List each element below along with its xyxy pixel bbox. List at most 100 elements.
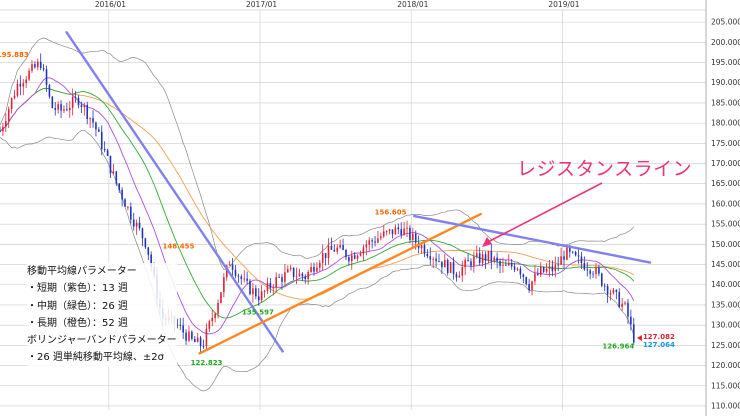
candle bbox=[269, 277, 272, 293]
candle-body bbox=[423, 245, 426, 254]
label-low-2017: 135.597 bbox=[242, 309, 274, 317]
candle bbox=[5, 113, 7, 132]
candle bbox=[490, 243, 493, 270]
candle-body bbox=[571, 251, 574, 253]
candle bbox=[525, 276, 528, 286]
candle bbox=[519, 266, 522, 279]
candle-body bbox=[478, 253, 481, 263]
candle-body bbox=[71, 96, 74, 108]
candle bbox=[295, 267, 298, 285]
candle bbox=[135, 219, 138, 235]
candle-body bbox=[365, 244, 368, 248]
ma-long-label: ・長期（橙色）：52 週 bbox=[27, 317, 128, 329]
candle bbox=[89, 117, 91, 128]
candle bbox=[487, 250, 490, 264]
candle bbox=[234, 265, 237, 279]
candle bbox=[621, 297, 623, 311]
candle-body bbox=[138, 222, 141, 229]
candle-body bbox=[397, 227, 400, 230]
candle-body bbox=[400, 229, 403, 235]
y-tick-label: 145.000 bbox=[711, 260, 740, 269]
candle bbox=[287, 265, 289, 273]
candle-body bbox=[5, 121, 7, 127]
candle-body bbox=[557, 264, 559, 266]
y-tick-label: 125.000 bbox=[711, 341, 740, 350]
candle-body bbox=[534, 273, 536, 282]
resistance-line-label: レジスタンスライン bbox=[517, 158, 693, 180]
candle-body bbox=[217, 302, 219, 314]
candle-body bbox=[499, 261, 501, 266]
candle-body bbox=[95, 122, 97, 130]
candle-body bbox=[115, 171, 118, 184]
candle bbox=[318, 260, 321, 272]
candle bbox=[534, 265, 536, 285]
candle bbox=[336, 244, 339, 255]
candle bbox=[220, 291, 222, 304]
candle bbox=[473, 251, 475, 273]
candle bbox=[307, 270, 309, 285]
candle-body bbox=[563, 256, 565, 260]
y-tick-label: 120.000 bbox=[711, 361, 740, 370]
candle bbox=[321, 244, 324, 271]
candle-body bbox=[34, 64, 36, 68]
candle bbox=[429, 247, 432, 266]
candle bbox=[202, 339, 205, 349]
candle-body bbox=[205, 328, 208, 347]
candle bbox=[298, 268, 301, 277]
candle-body bbox=[48, 85, 51, 97]
x-tick-label: 2016/01 bbox=[95, 0, 126, 9]
candle-body bbox=[560, 256, 562, 265]
candle-body bbox=[51, 96, 54, 109]
candle bbox=[191, 330, 193, 341]
candle-body bbox=[444, 260, 446, 268]
candle-body bbox=[426, 253, 429, 257]
candle-body bbox=[630, 316, 632, 325]
candle-body bbox=[345, 250, 347, 258]
candle-body bbox=[371, 240, 373, 242]
candle bbox=[368, 237, 371, 252]
candle-body bbox=[377, 238, 379, 243]
candle bbox=[255, 285, 257, 300]
candle-body bbox=[124, 199, 126, 207]
candle bbox=[16, 79, 19, 98]
candle bbox=[618, 288, 621, 308]
candle-body bbox=[269, 282, 272, 288]
candle-body bbox=[525, 277, 528, 285]
candle-body bbox=[2, 126, 4, 132]
candle bbox=[409, 225, 411, 244]
candle bbox=[632, 317, 635, 345]
candle bbox=[348, 254, 350, 266]
candle-body bbox=[598, 267, 600, 274]
candle bbox=[185, 329, 187, 345]
label-high-2015: 195.883 bbox=[0, 51, 29, 59]
candle-body bbox=[144, 238, 147, 248]
candle bbox=[112, 163, 115, 175]
candle bbox=[400, 222, 403, 239]
candle-body bbox=[307, 272, 309, 280]
y-tick-label: 115.000 bbox=[711, 381, 740, 390]
y-tick-label: 155.000 bbox=[711, 220, 740, 229]
candle bbox=[284, 263, 286, 286]
candle bbox=[333, 244, 336, 253]
candle-body bbox=[505, 265, 507, 266]
candle-body bbox=[54, 108, 57, 110]
candle-body bbox=[449, 262, 452, 273]
candle bbox=[304, 274, 307, 284]
candle-body bbox=[188, 331, 190, 341]
candle bbox=[580, 251, 583, 270]
candle bbox=[211, 310, 214, 327]
candle bbox=[537, 268, 539, 277]
candle bbox=[496, 252, 498, 269]
candle-body bbox=[202, 346, 205, 347]
candle-body bbox=[522, 274, 525, 278]
candle-body bbox=[141, 228, 144, 239]
candle-body bbox=[606, 286, 609, 295]
chart-stage: 195.883 148.455 122.823 135.597 156.605 126.9… bbox=[0, 0, 740, 416]
candle bbox=[589, 268, 591, 280]
candle-body bbox=[7, 109, 10, 122]
candle-body bbox=[211, 318, 214, 322]
candle-body bbox=[615, 289, 618, 292]
candle-body bbox=[28, 70, 30, 80]
candle-body bbox=[130, 206, 132, 220]
candle bbox=[132, 212, 135, 231]
